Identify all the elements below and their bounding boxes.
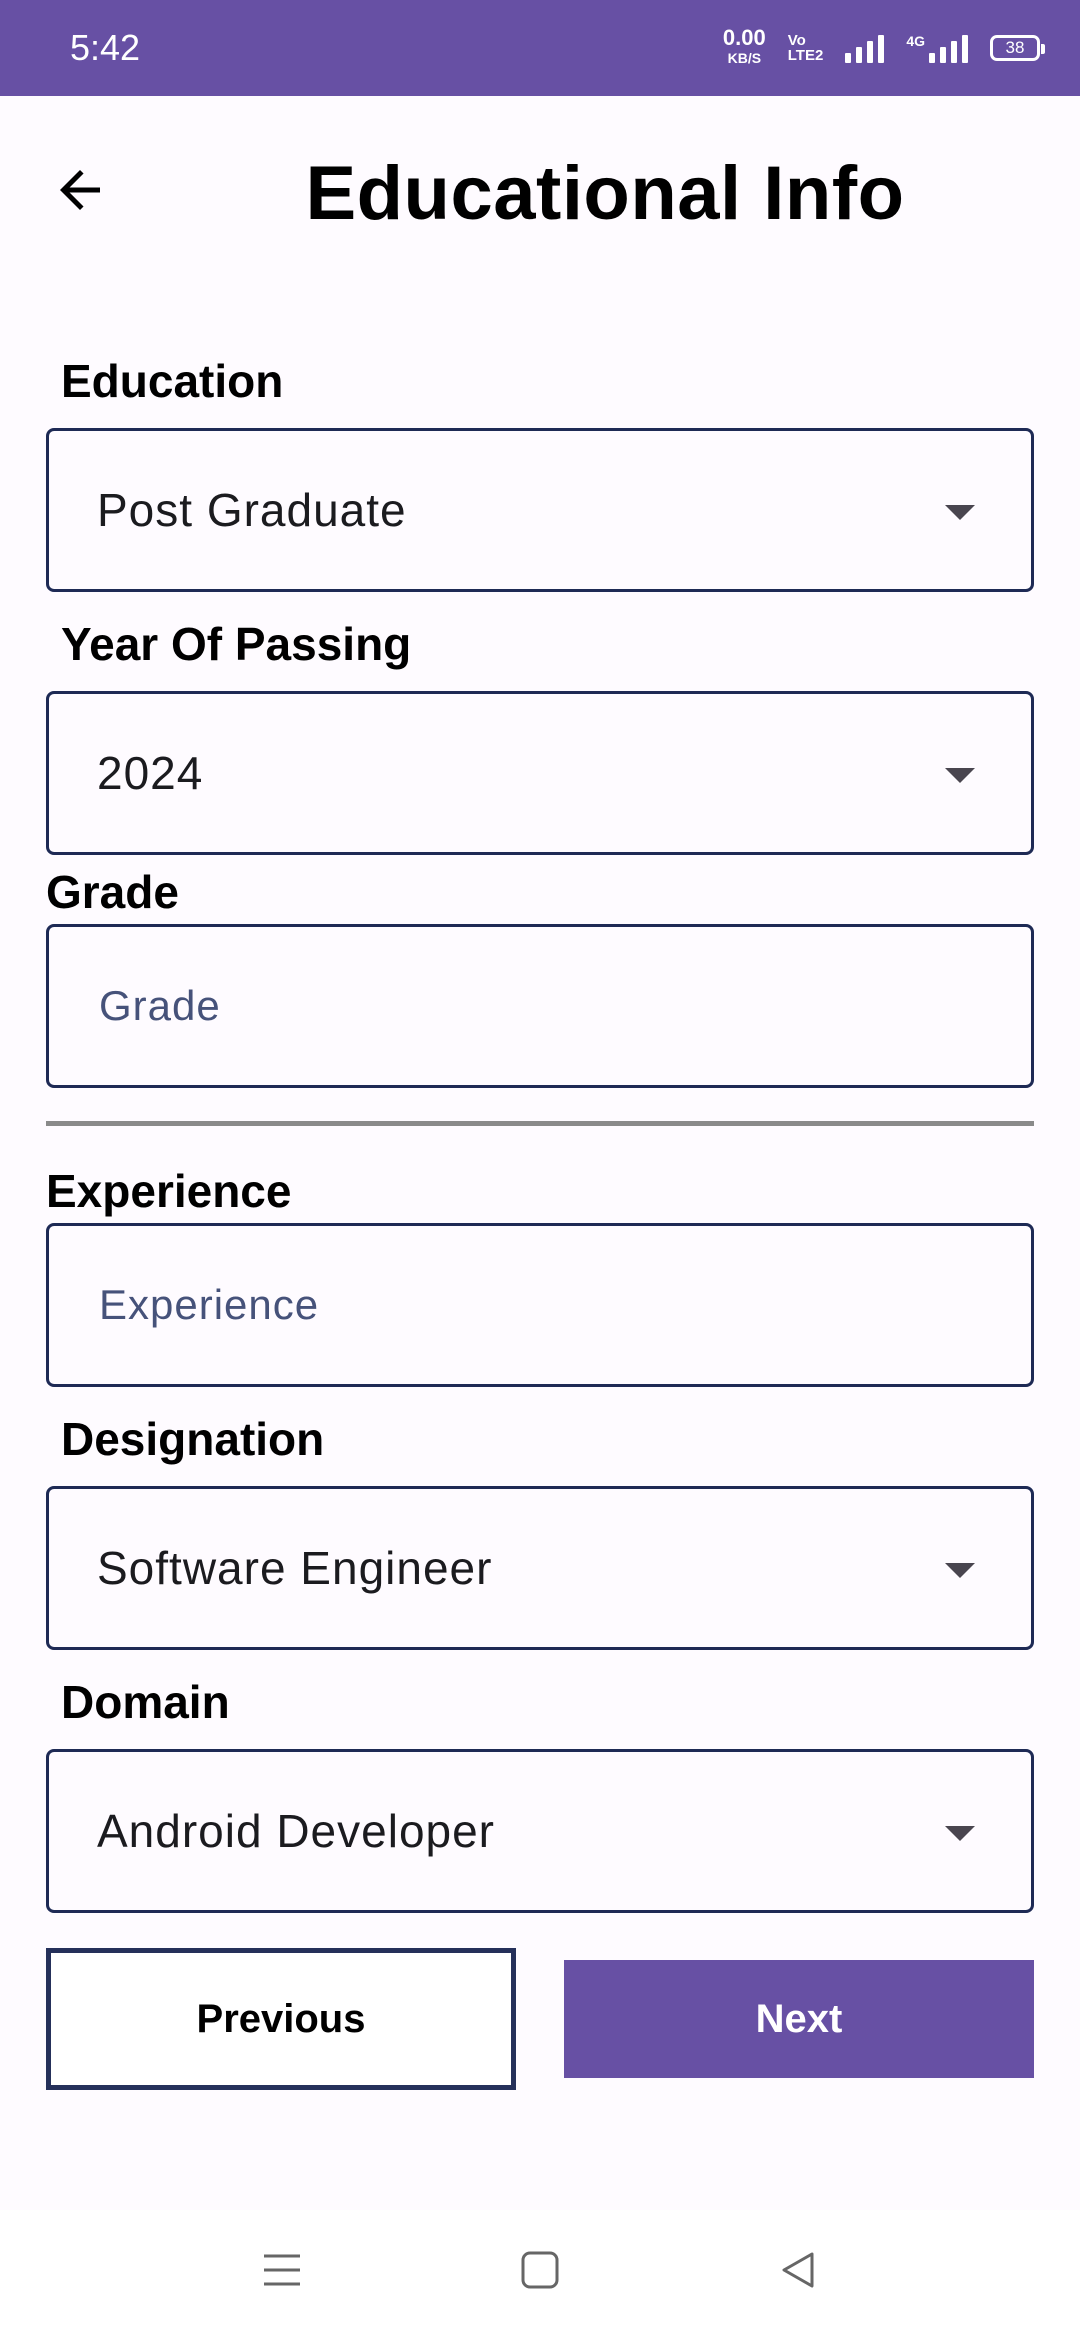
section-divider bbox=[46, 1121, 1034, 1126]
network-speed: 0.00 KB/S bbox=[722, 25, 766, 68]
year-of-passing-value: 2024 bbox=[97, 747, 204, 799]
experience-label: Experience bbox=[46, 1165, 292, 1217]
education-label: Education bbox=[61, 355, 284, 407]
status-bar: 5:42 0.00 KB/S Vo LTE2 4G 38 bbox=[0, 0, 1080, 96]
designation-dropdown[interactable]: Software Engineer bbox=[46, 1486, 1034, 1650]
experience-field[interactable] bbox=[46, 1223, 1034, 1387]
previous-button[interactable]: Previous bbox=[46, 1948, 516, 2090]
education-dropdown[interactable]: Post Graduate bbox=[46, 428, 1034, 592]
grade-input[interactable] bbox=[97, 981, 1031, 1031]
grade-label: Grade bbox=[46, 866, 179, 918]
status-time: 5:42 bbox=[70, 27, 141, 68]
network-tag: 4G bbox=[906, 33, 925, 49]
designation-label: Designation bbox=[61, 1413, 325, 1465]
signal-icon bbox=[845, 33, 885, 63]
status-icons: 0.00 KB/S Vo LTE2 4G 38 bbox=[722, 25, 1045, 68]
dropdown-arrow-icon bbox=[945, 1826, 975, 1841]
dropdown-arrow-icon bbox=[945, 505, 975, 520]
volte-bottom: LTE2 bbox=[787, 47, 824, 64]
domain-value: Android Developer bbox=[97, 1805, 496, 1857]
year-of-passing-label: Year Of Passing bbox=[61, 618, 412, 670]
battery-level: 38 bbox=[1005, 38, 1025, 57]
dropdown-arrow-icon bbox=[945, 1563, 975, 1578]
signal-4g-icon: 4G bbox=[906, 33, 968, 63]
year-of-passing-dropdown[interactable]: 2024 bbox=[46, 691, 1034, 855]
page-title: Educational Info bbox=[305, 151, 905, 236]
dropdown-arrow-icon bbox=[945, 768, 975, 783]
system-nav-bar bbox=[0, 2210, 1080, 2340]
grade-field[interactable] bbox=[46, 924, 1034, 1088]
network-speed-unit: KB/S bbox=[727, 50, 762, 66]
back-triangle-icon[interactable] bbox=[778, 2250, 818, 2290]
volte-top: Vo bbox=[787, 32, 806, 49]
menu-icon[interactable] bbox=[262, 2250, 302, 2290]
home-square-icon[interactable] bbox=[520, 2250, 560, 2290]
domain-dropdown[interactable]: Android Developer bbox=[46, 1749, 1034, 1913]
experience-input[interactable] bbox=[97, 1280, 1031, 1330]
education-value: Post Graduate bbox=[97, 484, 407, 536]
designation-value: Software Engineer bbox=[97, 1542, 493, 1594]
volte-icon: Vo LTE2 bbox=[788, 33, 824, 63]
network-speed-value: 0.00 bbox=[722, 25, 766, 50]
next-button[interactable]: Next bbox=[564, 1960, 1034, 2078]
battery-icon: 38 bbox=[990, 35, 1045, 61]
domain-label: Domain bbox=[61, 1676, 230, 1728]
